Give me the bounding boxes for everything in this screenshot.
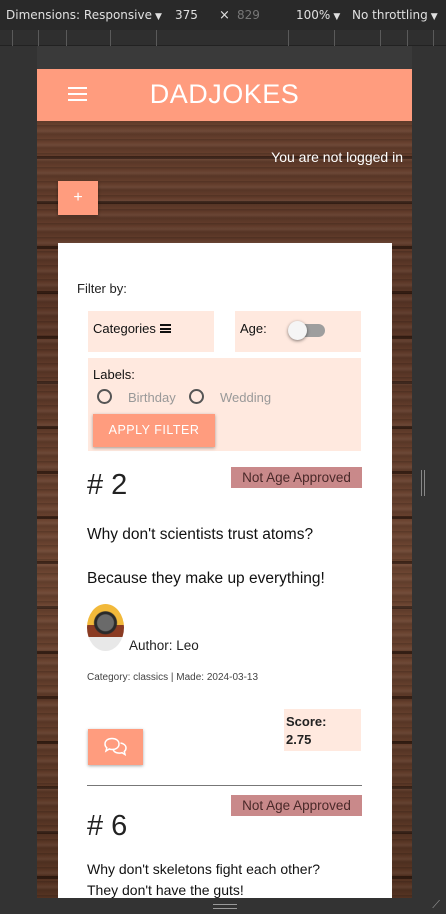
zoom-label: 100%: [296, 8, 331, 22]
author-avatar: [87, 604, 124, 651]
devtools-right-gutter: [412, 46, 446, 914]
comments-button[interactable]: [88, 729, 143, 765]
devtools-toolbar: Dimensions: Responsive ▼ 375 × 829 100% ▼ …: [0, 0, 446, 30]
labels-title: Labels:: [93, 367, 135, 382]
joke-answer: Because they make up everything!: [87, 570, 325, 587]
joke-question: Why don't scientists trust atoms?: [87, 526, 314, 543]
brand-title[interactable]: DADJOKES: [37, 79, 412, 110]
media-query-ruler[interactable]: [0, 30, 446, 46]
radio-wedding[interactable]: [189, 389, 204, 404]
height-input[interactable]: 829: [237, 8, 260, 22]
resize-handle-bottom[interactable]: [213, 904, 237, 909]
comments-icon: [104, 737, 127, 756]
resize-handle-right[interactable]: [421, 470, 425, 496]
joke-answer: They don't have the guts!: [87, 882, 244, 898]
login-status: You are not logged in: [271, 149, 403, 165]
radio-label-birthday[interactable]: Birthday: [128, 390, 176, 405]
width-input[interactable]: 375: [175, 8, 198, 22]
dropdown-arrow-icon: ▼: [154, 12, 162, 22]
dropdown-arrow-icon: ▼: [333, 12, 341, 22]
labels-filter: Labels: Birthday Wedding APPLY FILTER: [88, 358, 361, 451]
jokes-card: Filter by: Categories Age: Labels: Birth…: [58, 243, 392, 898]
dropdown-arrow-icon: ▼: [430, 12, 438, 22]
app-bar: DADJOKES: [37, 69, 412, 121]
add-joke-button[interactable]: +: [58, 181, 98, 215]
joke-divider: [87, 785, 362, 786]
dimensions-dropdown[interactable]: Dimensions: Responsive ▼: [6, 8, 162, 22]
resize-corner-icon[interactable]: ⟋: [432, 899, 440, 912]
radio-label-wedding[interactable]: Wedding: [220, 390, 271, 405]
score-value: 2.75: [286, 732, 312, 747]
categories-label: Categories: [93, 321, 171, 336]
age-label: Age:: [240, 321, 267, 336]
age-badge: Not Age Approved: [231, 467, 362, 488]
zoom-dropdown[interactable]: 100% ▼: [296, 8, 340, 22]
throttling-label: No throttling: [352, 8, 428, 22]
joke-question: Why don't skeletons fight each other?: [87, 861, 321, 877]
joke-number: # 6: [87, 810, 128, 842]
joke-number: # 2: [87, 469, 128, 501]
score-label: Score:: [286, 714, 327, 729]
page-viewport: DADJOKES You are not logged in + Filter …: [37, 69, 412, 898]
devtools-bottom-bar: [37, 898, 412, 914]
dimensions-label: Dimensions: Responsive: [6, 8, 152, 22]
devtools-left-gutter: [0, 46, 37, 914]
toggle-knob: [288, 321, 307, 340]
throttling-dropdown[interactable]: No throttling ▼: [352, 8, 438, 22]
age-filter: Age:: [235, 311, 361, 352]
times-icon: ×: [219, 8, 230, 23]
list-icon: [159, 324, 171, 333]
joke-meta: Category: classics | Made: 2024-03-13: [87, 672, 259, 683]
age-badge: Not Age Approved: [231, 795, 362, 816]
apply-filter-button[interactable]: APPLY FILTER: [93, 414, 215, 447]
age-toggle[interactable]: [288, 321, 325, 340]
categories-filter[interactable]: Categories: [88, 311, 214, 352]
score-box: Score: 2.75: [284, 709, 361, 751]
filter-title: Filter by:: [77, 281, 127, 296]
radio-birthday[interactable]: [97, 389, 112, 404]
joke-author: Author: Leo: [129, 638, 199, 653]
